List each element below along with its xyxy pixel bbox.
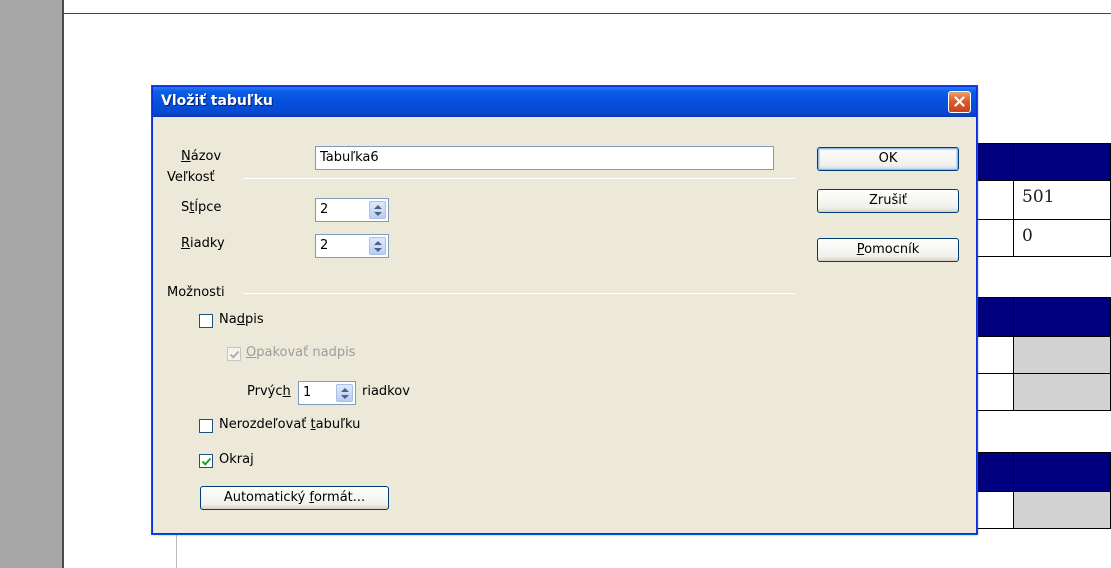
table-header-cell bbox=[1013, 452, 1111, 492]
document-margin bbox=[0, 0, 62, 568]
spin-arrows-icon bbox=[374, 241, 382, 252]
dont-split-checkbox[interactable] bbox=[199, 419, 213, 433]
name-label: Názov bbox=[181, 149, 222, 164]
columns-spinner[interactable]: 2 bbox=[315, 198, 389, 222]
close-button[interactable] bbox=[948, 91, 971, 113]
table-header-cell bbox=[1013, 143, 1111, 181]
table-cell[interactable] bbox=[1013, 373, 1111, 411]
spin-arrows-icon bbox=[341, 388, 349, 399]
check-icon bbox=[229, 350, 240, 359]
table-cell[interactable] bbox=[1013, 491, 1111, 529]
cell-value: 0 bbox=[1022, 226, 1033, 246]
heading-label: Nadpis bbox=[219, 312, 264, 327]
help-button[interactable]: Pomocník bbox=[817, 238, 959, 262]
table-cell[interactable] bbox=[1013, 336, 1111, 374]
check-icon bbox=[201, 457, 212, 466]
first-rows-spinner[interactable]: 1 bbox=[298, 381, 356, 405]
autoformat-button[interactable]: Automatický formát... bbox=[200, 486, 389, 510]
page-top-border bbox=[64, 13, 1111, 14]
cancel-button[interactable]: Zrušiť bbox=[817, 189, 959, 213]
rows-spinner[interactable]: 2 bbox=[315, 234, 389, 258]
table-header-cell bbox=[1013, 297, 1111, 337]
dont-split-label: Nerozdeľovať tabuľku bbox=[219, 417, 361, 432]
options-separator bbox=[243, 293, 795, 294]
table-cell[interactable]: 0 bbox=[1013, 219, 1111, 257]
spin-arrows[interactable] bbox=[369, 201, 386, 219]
spin-arrows[interactable] bbox=[336, 384, 353, 402]
border-label: Okraj bbox=[219, 452, 254, 467]
table-cell[interactable]: 501 bbox=[1013, 180, 1111, 220]
size-separator bbox=[243, 178, 795, 179]
repeat-heading-checkbox[interactable] bbox=[227, 347, 241, 361]
rows-label: Riadky bbox=[181, 236, 225, 251]
size-section-label: Veľkosť bbox=[167, 170, 215, 185]
name-field[interactable]: Tabuľka6 bbox=[315, 146, 774, 170]
dialog-titlebar[interactable]: Vložiť tabuľku bbox=[153, 87, 976, 117]
spin-arrows[interactable] bbox=[369, 237, 386, 255]
options-section-label: Možnosti bbox=[167, 285, 225, 300]
columns-label: Stĺpce bbox=[181, 200, 222, 215]
heading-checkbox[interactable] bbox=[199, 314, 213, 328]
dialog-title: Vložiť tabuľku bbox=[161, 93, 273, 109]
repeat-heading-label: Opakovať nadpis bbox=[246, 345, 356, 360]
insert-table-dialog: Vložiť tabuľku Názov Tabuľka6 Veľkosť St… bbox=[152, 86, 977, 534]
rows-suffix-label: riadkov bbox=[362, 384, 410, 399]
cell-value: 501 bbox=[1022, 187, 1055, 207]
spin-arrows-icon bbox=[374, 205, 382, 216]
close-icon bbox=[954, 96, 965, 107]
border-checkbox[interactable] bbox=[199, 454, 213, 468]
ok-button[interactable]: OK bbox=[817, 147, 959, 171]
first-label: Prvých bbox=[247, 384, 291, 399]
